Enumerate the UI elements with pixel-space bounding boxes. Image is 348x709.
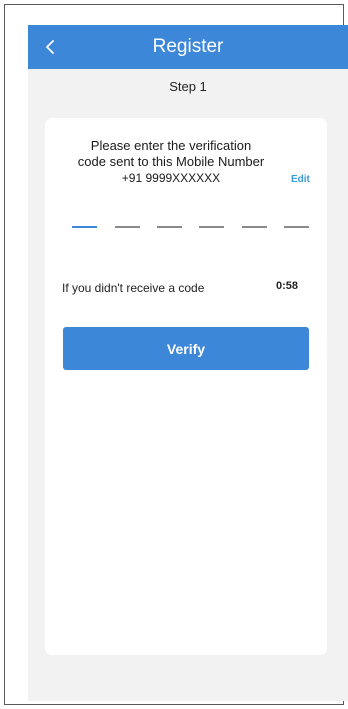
verification-card: Please enter the verification code sent … bbox=[45, 118, 327, 655]
resend-prompt: If you didn't receive a code bbox=[62, 281, 205, 295]
verification-message-line-1: Please enter the verification bbox=[90, 138, 252, 153]
otp-digit-slot[interactable] bbox=[115, 226, 140, 228]
phone-number: +91 9999XXXXXX bbox=[121, 171, 221, 185]
register-screen: Register Step 1 Please enter the verific… bbox=[28, 25, 348, 701]
otp-digit-slot[interactable] bbox=[242, 226, 267, 228]
otp-digit-slot[interactable] bbox=[199, 226, 224, 228]
otp-digit-slot[interactable] bbox=[157, 226, 182, 228]
device-frame: Register Step 1 Please enter the verific… bbox=[4, 4, 348, 705]
otp-digit-slot[interactable] bbox=[72, 226, 97, 228]
app-bar: Register bbox=[28, 25, 348, 69]
edit-number-link[interactable]: Edit bbox=[291, 174, 310, 185]
verify-button[interactable]: Verify bbox=[63, 327, 309, 370]
resend-timer: 0:58 bbox=[276, 280, 299, 292]
page-title: Register bbox=[152, 36, 224, 57]
otp-digit-slot[interactable] bbox=[284, 226, 309, 228]
verification-message-line-2: code sent to this Mobile Number bbox=[77, 154, 265, 169]
step-label: Step 1 bbox=[169, 79, 207, 94]
